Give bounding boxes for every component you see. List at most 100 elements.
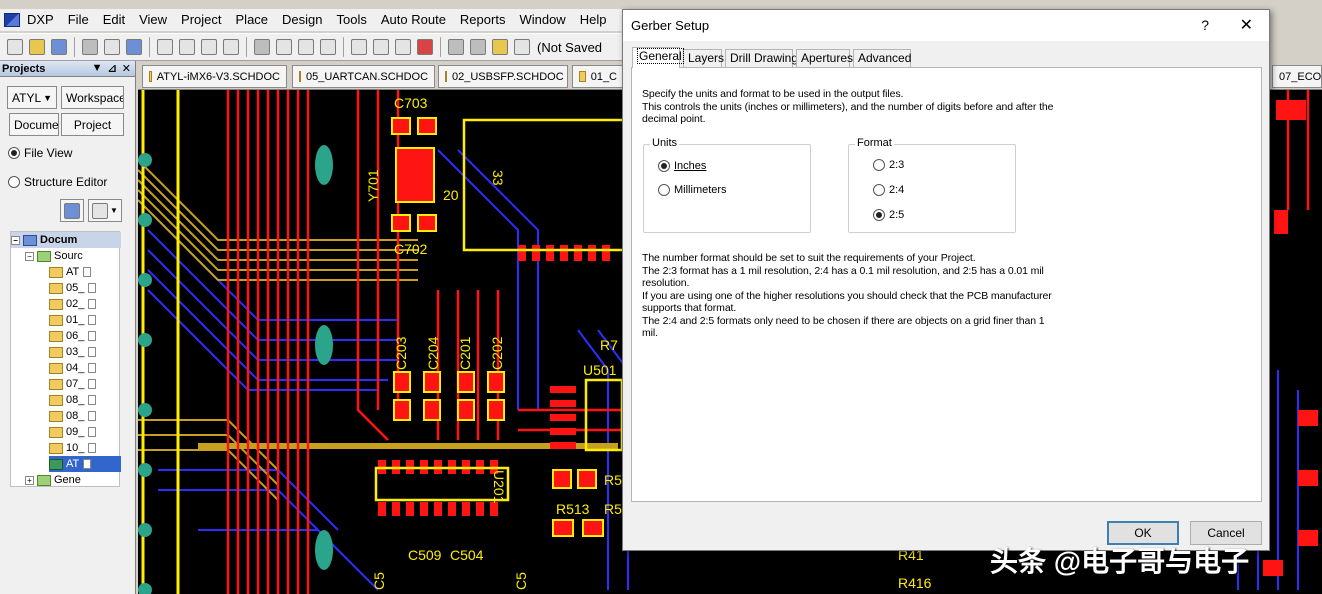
list-item[interactable]: 01_ [49,312,121,328]
list-item[interactable]: 05_ [49,280,121,296]
doc-tab[interactable]: 05_UARTCAN.SCHDOC [292,65,435,88]
collapse-icon[interactable]: − [11,235,20,245]
project-select[interactable]: ATYL ▼ [7,86,57,109]
units-group-label: Units [650,137,680,149]
menu-place[interactable]: Place [229,9,276,31]
tab-layers[interactable]: Layers [683,49,724,67]
deselect-icon[interactable] [395,39,411,55]
radio-checked-icon [8,147,20,159]
menu-design[interactable]: Design [275,9,329,31]
right-components [1263,100,1318,576]
layers-icon[interactable] [126,39,142,55]
menu-window[interactable]: Window [512,9,572,31]
menu-dxp[interactable]: DXP [20,9,61,31]
menu-help[interactable]: Help [573,9,614,31]
move-icon[interactable] [373,39,389,55]
list-item[interactable]: 08_ [49,408,121,424]
menu-edit[interactable]: Edit [96,9,132,31]
list-item[interactable]: 02_ [49,296,121,312]
file-view-radio[interactable]: File View [8,146,72,160]
cross-probe-icon[interactable] [492,39,508,55]
layers-icon [64,202,80,219]
structure-editor-radio[interactable]: Structure Editor [8,175,107,189]
list-item[interactable]: 09_ [49,424,121,440]
tab-advanced[interactable]: Advanced [853,49,911,67]
pin-icon[interactable]: ⊿ [108,62,117,75]
schematic-file-icon [49,298,63,310]
save-icon[interactable] [51,39,67,55]
list-item[interactable]: 07_ [49,376,121,392]
list-item[interactable]: 04_ [49,360,121,376]
menu-file[interactable]: File [61,9,96,31]
doc-tab[interactable]: 01_C [572,65,624,88]
list-item[interactable]: 08_ [49,392,121,408]
doc-tab[interactable]: ATYL-iMX6-V3.SCHDOC [142,65,287,88]
browse-components-icon[interactable] [514,39,530,55]
cut-icon[interactable] [254,39,270,55]
expand-icon[interactable]: + [25,475,34,485]
dxp-logo-icon[interactable] [4,13,20,27]
document-options-button[interactable]: ▼ [88,199,122,222]
toolbar-separator [246,37,247,57]
inches-radio[interactable]: Inches [658,160,706,172]
list-item-selected[interactable]: AT [49,456,121,472]
close-button[interactable]: ✕ [1240,10,1253,41]
tree-source-folder[interactable]: − Sourc [25,248,121,264]
toolbar-separator [74,37,75,57]
menu-tools[interactable]: Tools [330,9,374,31]
schematic-file-icon [579,71,586,82]
collapse-icon[interactable]: − [25,251,34,261]
tab-drill-drawing[interactable]: Drill Drawing [725,49,798,67]
format-notes: The number format should be set to suit … [642,252,1052,339]
layers-button[interactable] [60,199,84,222]
tab-apertures[interactable]: Apertures [796,49,853,67]
paste-icon[interactable] [298,39,314,55]
print-icon[interactable] [82,39,98,55]
project-button[interactable]: Project [61,113,124,136]
document-button[interactable]: Documen [9,113,59,136]
panel-menu-icon[interactable]: ▼ [92,62,103,75]
pcb-file-icon [49,458,63,470]
schematic-file-icon [49,362,63,374]
doc-tab[interactable]: 02_USBSFP.SCHDOC [438,65,568,88]
designator-label: C5 [371,572,387,590]
zoom-area-icon[interactable] [179,39,195,55]
format-2-3-radio[interactable]: 2:3 [873,159,904,171]
menu-reports[interactable]: Reports [453,9,513,31]
schematic-file-icon [49,314,63,326]
document-icon [88,347,97,357]
tab-general[interactable]: General [632,47,684,68]
menu-project[interactable]: Project [174,9,228,31]
dialog-title-bar: Gerber Setup ? ✕ [623,10,1269,41]
clear-filter-icon[interactable] [417,39,433,55]
list-item[interactable]: 06_ [49,328,121,344]
format-2-4-radio[interactable]: 2:4 [873,184,904,196]
format-2-5-radio[interactable]: 2:5 [873,209,904,221]
select-area-icon[interactable] [351,39,367,55]
menu-auto-route[interactable]: Auto Route [374,9,453,31]
new-file-icon[interactable] [7,39,23,55]
list-item[interactable]: 10_ [49,440,121,456]
rubber-stamp-icon[interactable] [320,39,336,55]
close-icon[interactable]: ✕ [122,62,131,75]
undo-icon[interactable] [448,39,464,55]
zoom-selected-icon[interactable] [201,39,217,55]
millimeters-radio[interactable]: Millimeters [658,184,727,196]
schematic-file-icon [49,346,63,358]
copy-icon[interactable] [276,39,292,55]
list-item[interactable]: AT [49,264,121,280]
redo-icon[interactable] [470,39,486,55]
zoom-filter-icon[interactable] [223,39,239,55]
dialog-title: Gerber Setup [631,18,710,33]
workspace-button[interactable]: Workspace [61,86,124,109]
doc-tab[interactable]: 07_ECOM [1272,65,1322,88]
zoom-fit-icon[interactable] [157,39,173,55]
tree-generated-folder[interactable]: + Gene [25,472,121,488]
print-preview-icon[interactable] [104,39,120,55]
list-item[interactable]: 03_ [49,344,121,360]
open-folder-icon[interactable] [29,39,45,55]
help-button[interactable]: ? [1201,10,1209,41]
designator-label: 20 [443,187,459,203]
tree-root[interactable]: − Docum [11,232,121,248]
menu-view[interactable]: View [132,9,174,31]
